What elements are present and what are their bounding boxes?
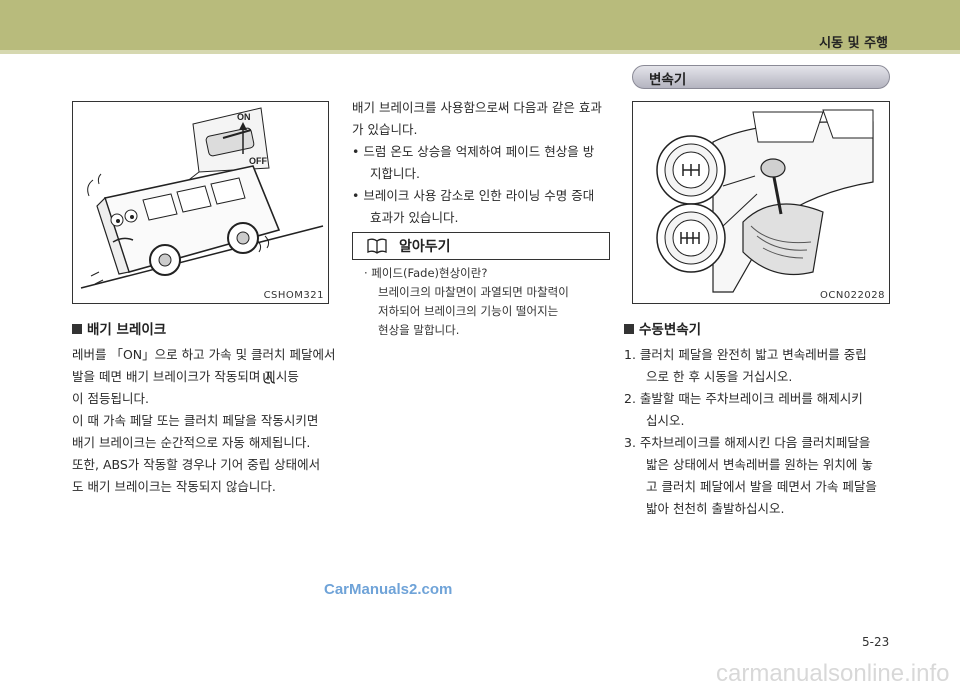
square-bullet-icon [72,324,82,334]
page-number: 5-23 [862,635,890,649]
exhaust-brake-figure: ON OFF CSHOM321 [72,101,329,304]
bullet-item: • 드럼 온도 상승을 억제하여 페이드 현상을 방 [352,141,614,163]
paragraph-line: 이 때 가속 페달 또는 클러치 페달을 작동시키면 [72,413,319,428]
switch-off-label: OFF [249,156,267,166]
section-title: 시동 및 주행 [819,36,888,51]
paragraph-line: 배기 브레이크는 순간적으로 자동 해제됩니다. [72,435,311,450]
tip-line: 현상을 말합니다. [378,323,460,337]
manual-transmission-heading: 수동변속기 [624,318,701,338]
intro-line: 가 있습니다. [352,122,418,137]
tip-title: · 페이드(Fade)현상이란? [364,266,488,280]
paragraph-line: 레버를 「ON」으로 하고 가속 및 클러치 페달에서 [72,347,336,362]
book-icon [367,238,387,254]
exhaust-brake-heading: 배기 브레이크 [72,318,166,338]
paragraph-line: 도 배기 브레이크는 작동되지 않습니다. [72,479,276,494]
intro-line: 배기 브레이크를 사용함으로써 다음과 같은 효과 [352,100,602,115]
middle-intro: 배기 브레이크를 사용함으로써 다음과 같은 효과 가 있습니다. • 드럼 온… [352,97,614,229]
gear-shift-illustration [656,109,874,293]
figure-code: CSHOM321 [263,290,324,301]
watermark-link[interactable]: CarManuals2.com [324,581,452,598]
tip-label: 알아두기 [399,239,451,255]
tip-box: 알아두기 [352,232,610,260]
step-continuation: 고 클러치 페달에서 발을 떼면서 가속 페달을 [646,479,877,494]
tip-text: · 페이드(Fade)현상이란? 브레이크의 마찰면이 과열되면 마찰력이 저하… [364,264,612,340]
manual-transmission-steps: 1. 클러치 페달을 완전히 밟고 변속레버를 중립 으로 한 후 시동을 거십… [624,344,899,520]
figure-code: OCN022028 [819,290,885,301]
heading-text: 수동변속기 [639,322,702,338]
gear-shift-figure: OCN022028 [632,101,890,304]
step-item: 1. 클러치 페달을 완전히 밟고 변속레버를 중립 [624,347,867,362]
tip-line: 저하되어 브레이크의 기능이 떨어지는 [378,304,559,318]
bullet-continuation: 효과가 있습니다. [352,207,614,229]
exhaust-brake-indicator-icon [263,372,276,384]
step-continuation: 으로 한 후 시동을 거십시오. [646,369,793,384]
square-bullet-icon [624,324,634,334]
bullet-line: • 브레이크 사용 감소로 인한 라이닝 수명 증대 [352,188,595,203]
truck-on-slope-illustration: ON OFF [80,107,324,289]
bullet-line: 효과가 있습니다. [370,210,459,225]
step-item: 3. 주차브레이크를 해제시킨 다음 클러치페달을 [624,435,871,450]
step-item: 2. 출발할 때는 주차브레이크 레버를 해제시키 [624,391,863,406]
switch-on-label: ON [237,112,251,122]
paragraph-line: 이 점등됩니다. [72,391,149,406]
step-continuation: 십시오. [646,413,685,428]
header-bar [0,0,960,50]
pill-title: 변속기 [649,72,687,88]
transmission-section-pill: 변속기 [632,65,890,89]
bullet-item: • 브레이크 사용 감소로 인한 라이닝 수명 증대 [352,185,614,207]
bullet-line: • 드럼 온도 상승을 억제하여 페이드 현상을 방 [352,144,595,159]
bullet-continuation: 지합니다. [352,163,614,185]
paragraph-line: 또한, ABS가 작동할 경우나 기어 중립 상태에서 [72,457,321,472]
exhaust-brake-paragraph: 레버를 「ON」으로 하고 가속 및 클러치 페달에서 발을 떼면 배기 브레이… [72,344,344,498]
tip-line: 브레이크의 마찰면이 과열되면 마찰력이 [378,285,569,299]
footer-brand: carmanualsonline.info [716,660,950,687]
heading-text: 배기 브레이크 [87,322,167,338]
step-continuation: 밟아 천천히 출발하십시오. [646,501,785,516]
step-continuation: 밟은 상태에서 변속레버를 원하는 위치에 놓 [646,457,873,472]
paragraph-line: 발을 떼면 배기 브레이크가 작동되며 지시등 [72,366,344,388]
bullet-line: 지합니다. [370,166,420,181]
header-rule [0,50,960,54]
